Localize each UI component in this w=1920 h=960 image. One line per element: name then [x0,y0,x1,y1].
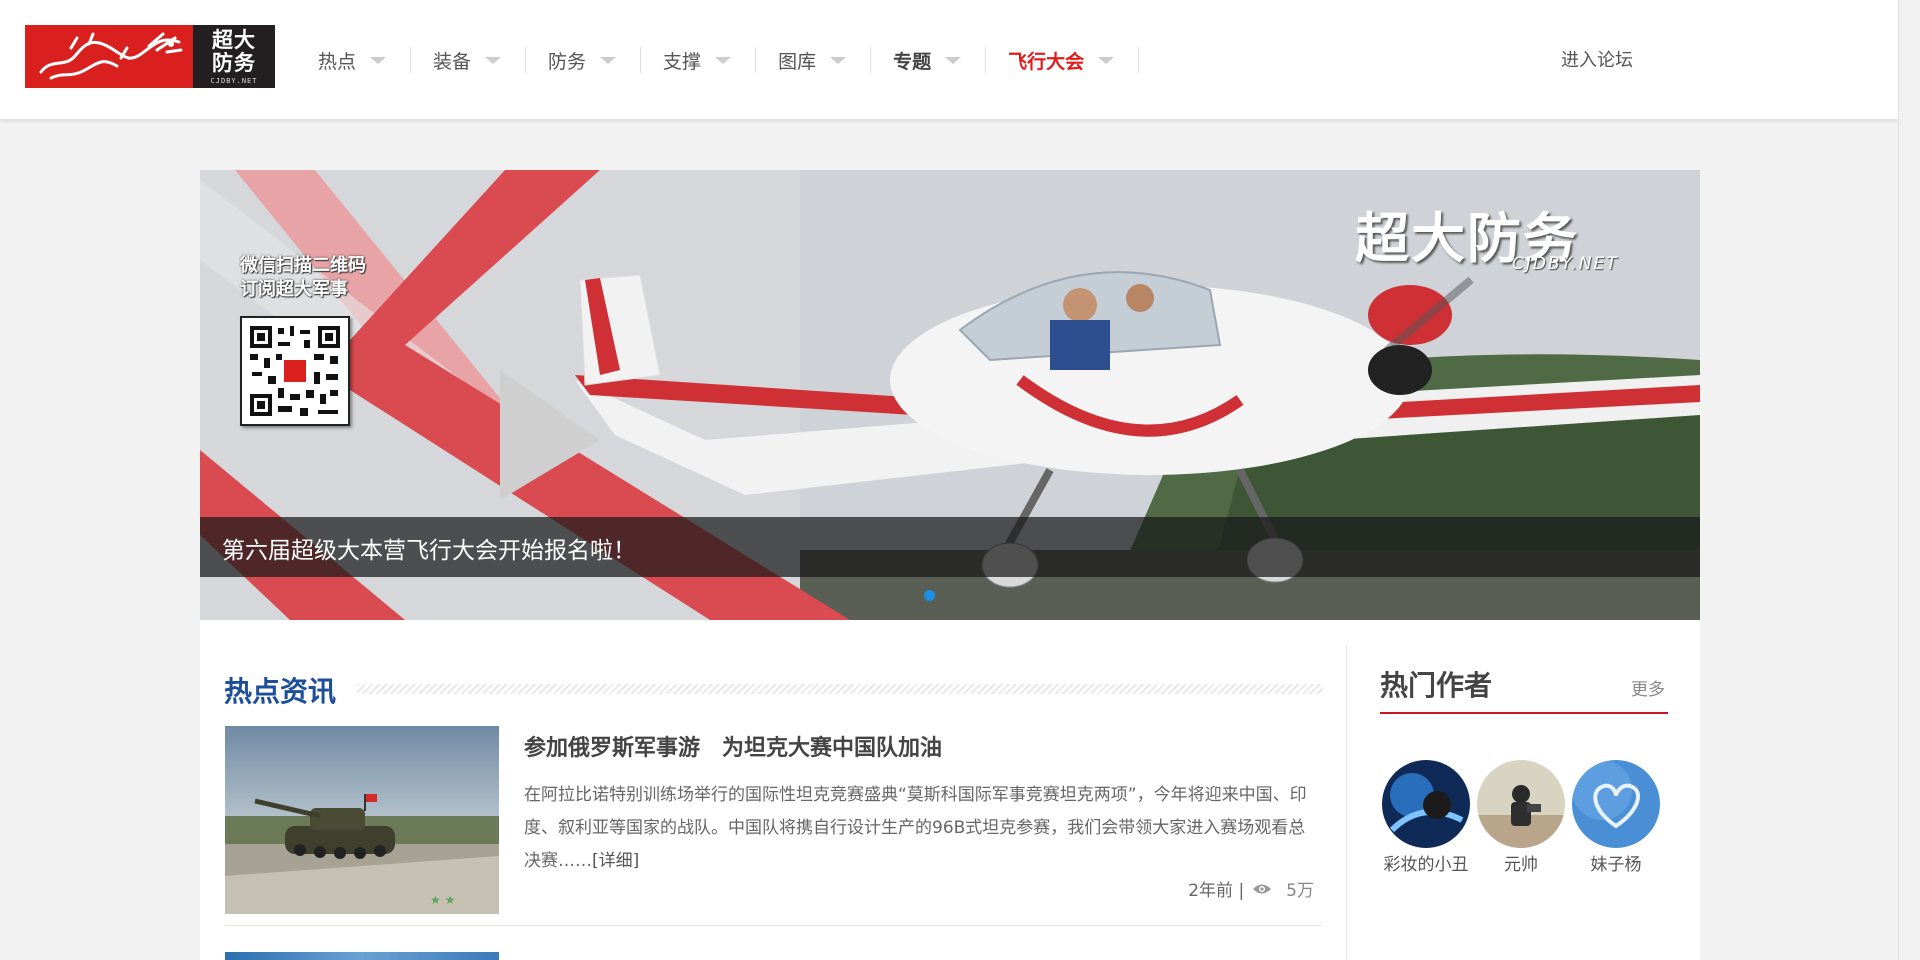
article-summary: 在阿拉比诺特别训练场举行的国际性坦克竞赛盛典“莫斯科国际军事竞赛坦克两项”，今年… [524,779,1314,878]
main-nav: 热点 装备 防务 支撑 图库 专题 飞行大会 [296,40,1140,80]
avatar [1477,760,1565,848]
qr-caption-line2: 订阅超大军事 [240,279,348,300]
logo-line2: 防务 [212,50,256,75]
nav-item-support[interactable]: 支撑 [641,47,757,73]
next-article-thumbnail[interactable] [225,952,499,960]
nav-label: 防务 [548,50,587,73]
author-name: 妹子杨 [1590,855,1642,875]
enter-forum-link[interactable]: 进入论坛 [1561,46,1633,72]
nav-label: 图库 [778,50,817,73]
chevron-down-icon [945,56,962,64]
article-time: 2年前 | [1188,881,1245,901]
chevron-down-icon [1098,56,1115,64]
nav-label: 飞行大会 [1008,50,1085,73]
nav-item-topics[interactable]: 专题 [871,47,987,73]
main-content: 热点资讯 ★ ★ 参加俄罗斯军事游 为坦克大赛中国队加油 在阿拉比诺特别训练场举… [200,620,1700,960]
svg-text:★ ★: ★ ★ [430,893,455,907]
logo-line1: 超大 [212,27,256,52]
article-views: 5万 [1286,881,1314,901]
author-card[interactable]: 妹子杨 [1569,760,1663,875]
author-name: 元帅 [1504,855,1538,875]
nav-label: 支撑 [663,50,702,73]
article-title[interactable]: 参加俄罗斯军事游 为坦克大赛中国队加油 [524,730,942,762]
nav-item-gallery[interactable]: 图库 [756,47,872,73]
article-detail-link[interactable]: [详细] [592,851,639,871]
qr-caption-line1: 微信扫描二维码 [240,255,366,276]
nav-label: 装备 [433,50,472,73]
nav-item-hot[interactable]: 热点 [296,47,412,73]
hot-authors-title: 热门作者 [1380,669,1493,702]
page-scrollbar[interactable] [1898,0,1920,960]
site-header: 超大 防务 CJDBY.NET 热点 装备 防务 支撑 图库 专题 飞行大会 进… [0,0,1898,120]
chevron-down-icon [485,56,502,64]
logo-domain: CJDBY.NET [210,76,258,85]
chevron-down-icon [600,56,617,64]
article-thumbnail[interactable]: ★ ★ [225,726,499,914]
avatar [1382,760,1470,848]
chevron-down-icon [830,56,847,64]
avatar [1572,760,1660,848]
news-article: ★ ★ 参加俄罗斯军事游 为坦克大赛中国队加油 在阿拉比诺特别训练场举行的国际性… [225,726,1322,926]
nav-label: 热点 [318,50,357,73]
chevron-down-icon [370,56,387,64]
banner-brand-subtitle: CJDBY.NET [1512,254,1619,274]
section-divider [357,684,1323,694]
hot-authors-more-link[interactable]: 更多 [1631,675,1665,700]
nav-item-equipment[interactable]: 装备 [411,47,527,73]
author-card[interactable]: 彩妆的小丑 [1379,760,1473,875]
section-title-hot-news: 热点资讯 [224,675,337,708]
qr-caption: 微信扫描二维码 订阅超大军事 [240,254,366,302]
column-divider [1346,646,1347,960]
chevron-down-icon [715,56,732,64]
nav-item-defense[interactable]: 防务 [526,47,642,73]
banner-caption[interactable]: 第六届超级大本营飞行大会开始报名啦！ [222,531,636,565]
author-card[interactable]: 元帅 [1474,760,1568,875]
hot-authors-underline [1380,712,1668,714]
site-logo[interactable]: 超大 防务 CJDBY.NET [25,25,275,88]
banner-caption-bar: 第六届超级大本营飞行大会开始报名啦！ [200,517,1700,577]
dragon-logo-icon [25,25,193,88]
hero-banner[interactable]: 微信扫描二维码 订阅超大军事 超大防务 CJDBY.NET 第六届超级大本营飞行… [200,170,1700,620]
author-name: 彩妆的小丑 [1383,855,1469,875]
logo-text-block: 超大 防务 CJDBY.NET [193,25,275,88]
nav-item-airshow[interactable]: 飞行大会 [986,47,1140,73]
qr-code-icon [240,316,350,426]
article-summary-text: 在阿拉比诺特别训练场举行的国际性坦克竞赛盛典“莫斯科国际军事竞赛坦克两项”，今年… [524,785,1307,871]
eye-icon [1253,884,1272,893]
carousel-dot-active[interactable] [924,590,935,601]
article-meta: 2年前 | 5万 [1188,876,1314,901]
nav-label: 专题 [893,50,932,73]
